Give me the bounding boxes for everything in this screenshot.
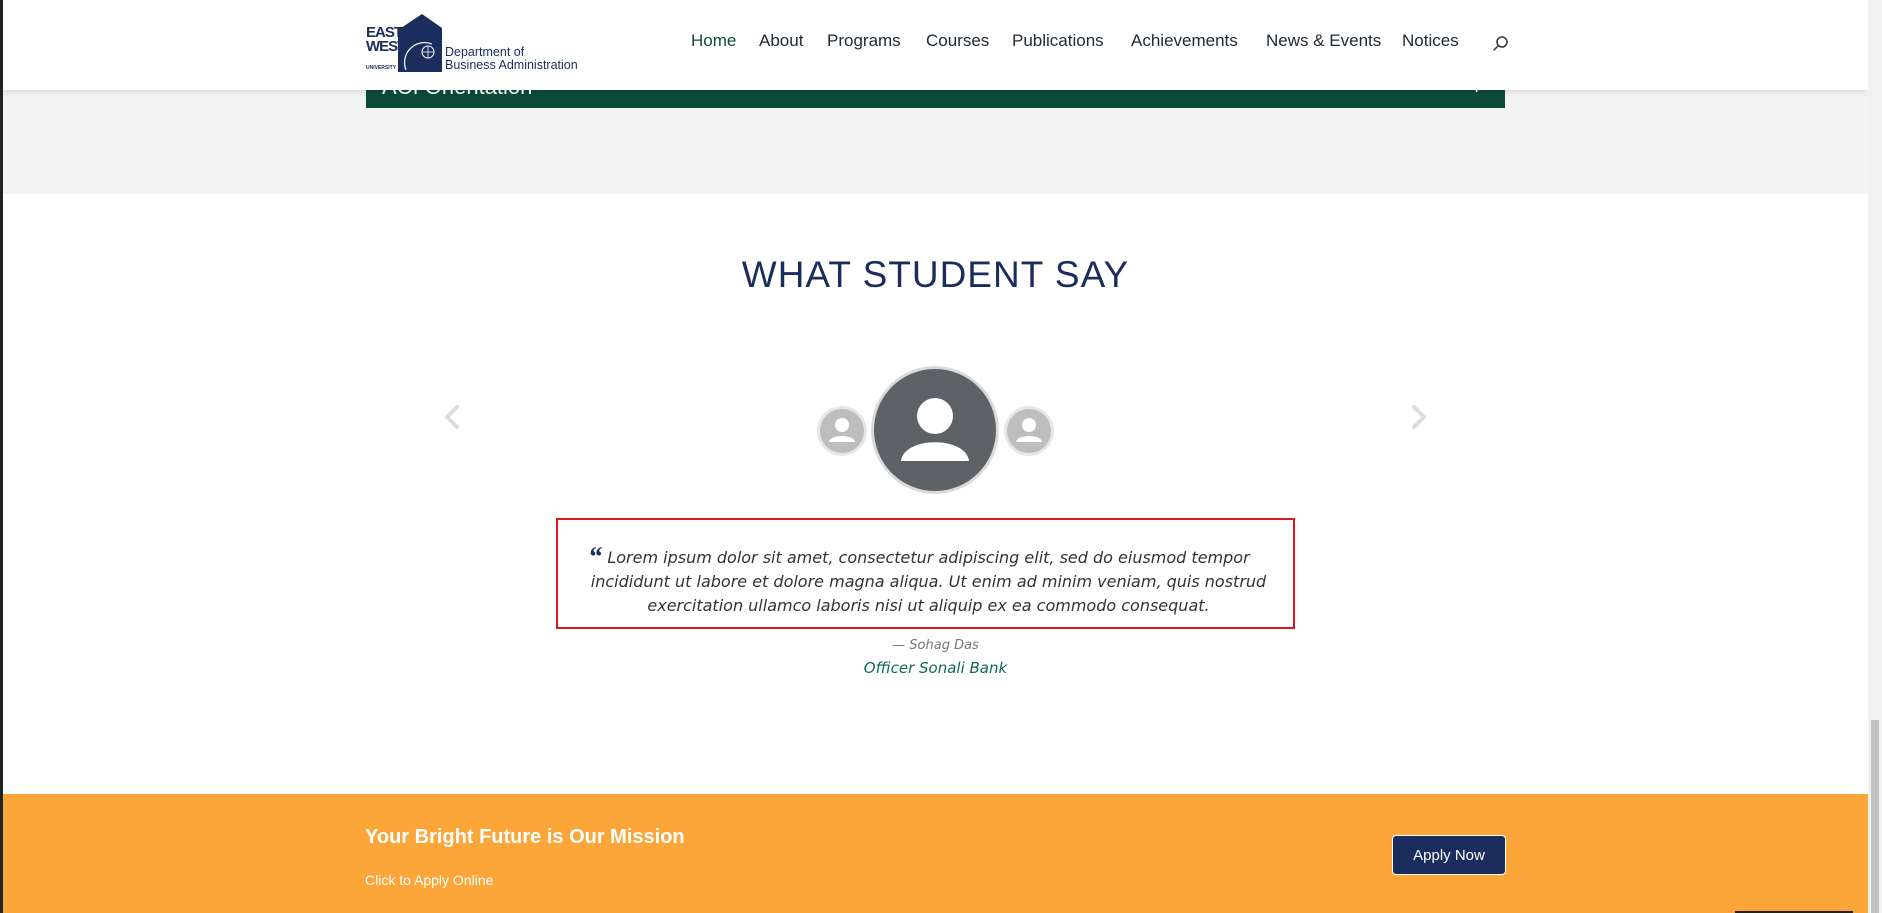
carousel-next-arrow-icon[interactable] bbox=[1403, 402, 1433, 432]
avatar-main bbox=[871, 366, 999, 494]
avatar-thumbnail-left[interactable] bbox=[817, 406, 867, 456]
logo-university-text: UNIVERSITY bbox=[366, 65, 397, 71]
search-icon[interactable] bbox=[1492, 35, 1510, 53]
nav-programs[interactable]: Programs bbox=[827, 31, 901, 51]
testimonial-author: — Sohag Das bbox=[892, 638, 979, 653]
testimonial-quote: Lorem ipsum dolor sit amet, consectetur … bbox=[590, 548, 1267, 615]
logo-department-text: Department of Business Administration bbox=[445, 45, 578, 72]
window-edge bbox=[0, 0, 3, 913]
avatar-thumbnail-right[interactable] bbox=[1004, 406, 1054, 456]
testimonials-title: WHAT STUDENT SAY bbox=[741, 254, 1130, 295]
cta-banner: Your Bright Future is Our Mission Click … bbox=[3, 794, 1868, 913]
cta-subtitle[interactable]: Click to Apply Online bbox=[365, 872, 493, 888]
cta-title: Your Bright Future is Our Mission bbox=[365, 826, 685, 848]
scrollbar-thumb[interactable] bbox=[1871, 720, 1879, 913]
nav-achievements[interactable]: Achievements bbox=[1131, 31, 1238, 51]
carousel-prev-arrow-icon[interactable] bbox=[438, 402, 468, 432]
nav-courses[interactable]: Courses bbox=[926, 31, 989, 51]
nav-news-events[interactable]: News & Events bbox=[1266, 31, 1381, 51]
nav-notices[interactable]: Notices bbox=[1402, 31, 1459, 51]
logo-emblem-icon bbox=[398, 14, 442, 72]
nav-about[interactable]: About bbox=[759, 31, 803, 51]
site-header: EAST WEST UNIVERSITY Department of Busin… bbox=[3, 0, 1868, 90]
testimonial-quote-box: “ Lorem ipsum dolor sit amet, consectetu… bbox=[556, 518, 1295, 629]
testimonial-author-role: Officer Sonali Bank bbox=[863, 659, 1008, 677]
apply-now-button[interactable]: Apply Now bbox=[1392, 835, 1506, 875]
nav-home[interactable]: Home bbox=[691, 31, 736, 51]
nav-publications[interactable]: Publications bbox=[1012, 31, 1104, 51]
page-scrollbar[interactable] bbox=[1868, 0, 1882, 913]
site-logo[interactable]: EAST WEST UNIVERSITY Department of Busin… bbox=[366, 14, 596, 74]
